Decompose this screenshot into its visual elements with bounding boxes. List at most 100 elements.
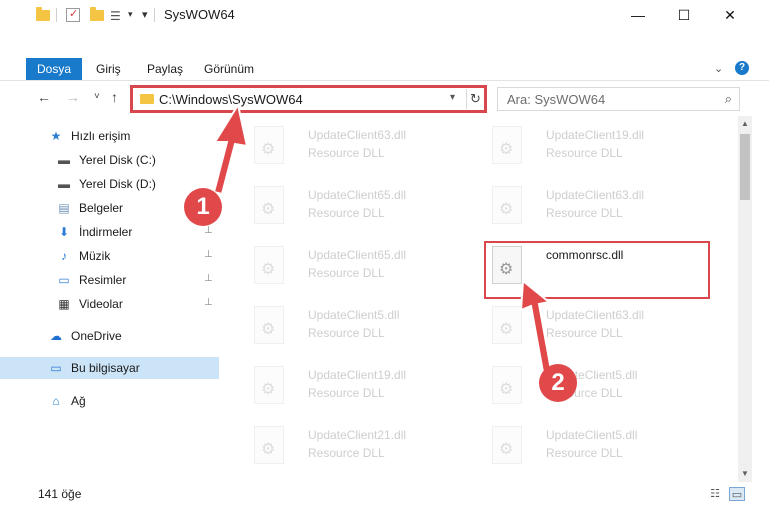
sidebar-item[interactable]: ★ Hızlı erişim bbox=[0, 125, 219, 147]
sidebar-item-label: Resimler bbox=[79, 273, 127, 287]
dll-file-icon bbox=[492, 186, 522, 224]
file-tile[interactable]: UpdateClient65.dll Resource DLL bbox=[242, 240, 462, 292]
file-name: UpdateClient63.dll bbox=[546, 188, 645, 202]
file-tile[interactable]: UpdateClient65.dll Resource DLL bbox=[242, 180, 462, 232]
tab-share[interactable]: Paylaş bbox=[147, 58, 183, 80]
maximize-button[interactable]: ☐ bbox=[661, 0, 707, 30]
file-name: commonrsc.dll bbox=[546, 248, 624, 262]
file-name: UpdateClient21.dll bbox=[308, 428, 407, 442]
tab-home[interactable]: Giriş bbox=[96, 58, 121, 80]
network-icon: ⌂ bbox=[52, 394, 60, 408]
minimize-button[interactable]: — bbox=[615, 0, 661, 30]
sidebar-item[interactable]: ♪ Müzik ⊥ bbox=[0, 245, 219, 267]
sidebar-item-label: OneDrive bbox=[71, 329, 122, 343]
file-name: UpdateClient65.dll bbox=[308, 248, 407, 262]
pin-icon[interactable]: ⊥ bbox=[204, 225, 213, 236]
file-type: Resource DLL bbox=[308, 266, 385, 280]
scrollbar-thumb[interactable] bbox=[740, 134, 750, 200]
sidebar-item[interactable]: ▬ Yerel Disk (D:) bbox=[0, 173, 219, 195]
dll-file-icon bbox=[254, 366, 284, 404]
file-type: Resource DLL bbox=[546, 446, 623, 460]
file-name: UpdateClient63.dll bbox=[546, 308, 645, 322]
properties-icon[interactable] bbox=[66, 7, 80, 22]
dll-file-icon bbox=[254, 246, 284, 284]
sidebar-item-label: Müzik bbox=[79, 249, 111, 263]
videos-icon: ▦ bbox=[58, 297, 70, 311]
file-tile[interactable]: UpdateClient63.dll Resource DLL bbox=[480, 300, 700, 352]
new-folder-icon[interactable] bbox=[90, 7, 104, 21]
file-name: UpdateClient5.dll bbox=[546, 428, 638, 442]
sidebar-item-label: Videolar bbox=[79, 297, 123, 311]
music-icon: ♪ bbox=[61, 249, 67, 263]
recent-locations-button[interactable]: ˅ bbox=[94, 91, 100, 102]
file-tile[interactable]: UpdateClient63.dll Resource DLL bbox=[480, 180, 700, 232]
scroll-down-arrow[interactable]: ▼ bbox=[738, 469, 752, 478]
sidebar-item-label: İndirmeler bbox=[79, 225, 133, 239]
file-tile[interactable]: UpdateClient5.dllResource DLL bbox=[480, 360, 700, 412]
large-icons-view-icon[interactable]: ▭ bbox=[729, 487, 745, 501]
pin-icon[interactable]: ⊥ bbox=[204, 297, 213, 308]
file-type: Resource DLL bbox=[546, 206, 623, 220]
chevron-down-icon[interactable]: ▾ bbox=[450, 92, 455, 103]
file-list: UpdateClient63.dllResource DLLUpdateClie… bbox=[228, 116, 736, 480]
computer-icon: ▭ bbox=[50, 361, 62, 375]
scroll-up-arrow[interactable]: ▲ bbox=[738, 119, 752, 128]
dll-file-icon bbox=[492, 426, 522, 464]
tab-view[interactable]: Görünüm bbox=[204, 58, 254, 80]
window-title: SysWOW64 bbox=[164, 7, 235, 22]
file-tile-commonrsc[interactable]: commonrsc.dll bbox=[480, 240, 700, 292]
sidebar-item[interactable]: ▭ Resimler ⊥ bbox=[0, 269, 219, 291]
item-count: 141 öğe bbox=[38, 487, 82, 501]
title-bar: ☰ ▾ ▾ SysWOW64 — ☐ ✕ bbox=[0, 0, 769, 30]
file-tile[interactable]: UpdateClient19.dll Resource DLL bbox=[242, 360, 462, 412]
file-name: UpdateClient19.dll bbox=[308, 368, 407, 382]
search-input[interactable]: Ara: SysWOW64 ⌕ bbox=[497, 87, 740, 111]
documents-icon: ▤ bbox=[58, 201, 70, 215]
file-name: UpdateClient65.dll bbox=[308, 188, 407, 202]
vertical-scrollbar[interactable]: ▲ ▼ bbox=[738, 116, 752, 482]
sidebar-item[interactable]: ⬇ İndirmeler ⊥ bbox=[0, 221, 219, 243]
file-type: Resource DLL bbox=[546, 326, 623, 340]
quick-access-dropdown[interactable]: ▾ bbox=[142, 8, 148, 21]
pin-icon[interactable]: ⊥ bbox=[204, 249, 213, 260]
sidebar-item[interactable]: ☁ OneDrive bbox=[0, 325, 219, 347]
address-path[interactable]: C:\Windows\SysWOW64 bbox=[159, 92, 303, 107]
pictures-icon: ▭ bbox=[58, 273, 70, 287]
sidebar-item[interactable]: ▭ Bu bilgisayar bbox=[0, 357, 219, 379]
file-type: Resource DLL bbox=[308, 386, 385, 400]
file-tile[interactable]: UpdateClient63.dll Resource DLL bbox=[242, 120, 462, 172]
dll-file-icon bbox=[254, 426, 284, 464]
separator bbox=[56, 8, 57, 22]
address-bar[interactable]: C:\Windows\SysWOW64 ▾ ↻ bbox=[131, 86, 485, 112]
chevron-down-icon[interactable]: ▾ bbox=[128, 9, 133, 20]
file-tile[interactable]: UpdateClient21.dll Resource DLL bbox=[242, 420, 462, 472]
pin-icon[interactable]: ⊥ bbox=[204, 273, 213, 284]
file-type: Resource DLL bbox=[308, 206, 385, 220]
up-button[interactable]: ↑ bbox=[111, 89, 118, 105]
file-name: UpdateClient63.dll bbox=[308, 128, 407, 142]
sidebar-item[interactable]: ▬ Yerel Disk (C:) bbox=[0, 149, 219, 171]
help-icon[interactable]: ? bbox=[735, 61, 749, 75]
close-button[interactable]: ✕ bbox=[707, 0, 753, 30]
back-button[interactable]: ← bbox=[37, 89, 51, 105]
sidebar-item-label: Belgeler bbox=[79, 201, 124, 215]
tab-file[interactable]: Dosya bbox=[26, 58, 82, 80]
forward-button[interactable]: → bbox=[66, 89, 80, 105]
details-view-icon[interactable]: ☷ bbox=[707, 487, 723, 501]
chevron-up-icon[interactable]: ⌄ bbox=[714, 62, 723, 75]
file-name: UpdateClient5.dll bbox=[308, 308, 400, 322]
file-tile[interactable]: UpdateClient19.dll Resource DLL bbox=[480, 120, 700, 172]
file-tile[interactable]: UpdateClient5.dll Resource DLL bbox=[480, 420, 700, 472]
drive-icon: ▬ bbox=[58, 177, 70, 191]
callout-badge-2: 2 bbox=[539, 364, 577, 402]
file-type: Resource DLL bbox=[308, 326, 385, 340]
customize-icon[interactable]: ☰ bbox=[110, 9, 124, 23]
sidebar-item-label: Yerel Disk (D:) bbox=[79, 177, 156, 191]
file-tile[interactable]: UpdateClient5.dll Resource DLL bbox=[242, 300, 462, 352]
sidebar-item[interactable]: ▦ Videolar ⊥ bbox=[0, 293, 219, 315]
search-icon[interactable]: ⌕ bbox=[725, 91, 732, 107]
refresh-button[interactable]: ↻ bbox=[466, 89, 484, 109]
dll-file-icon bbox=[254, 126, 284, 164]
separator bbox=[154, 8, 155, 22]
sidebar-item[interactable]: ⌂ Ağ bbox=[0, 390, 219, 412]
